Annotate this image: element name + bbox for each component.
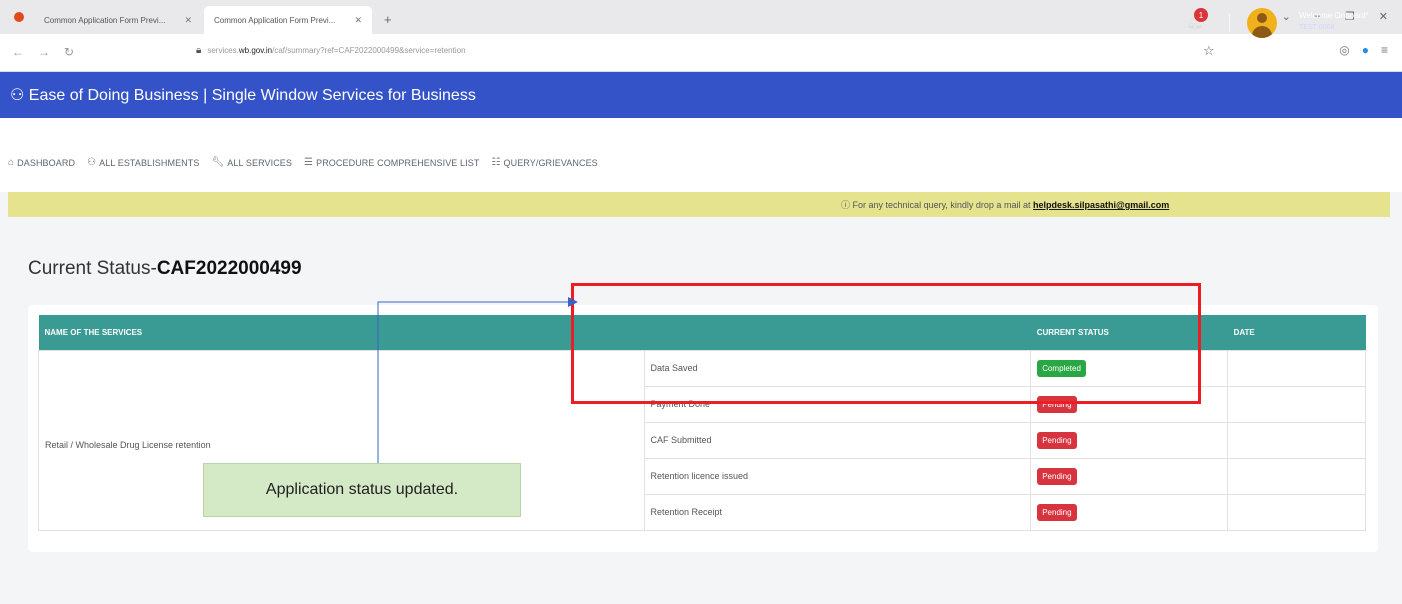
annotation-callout: Application status updated. — [203, 463, 521, 517]
